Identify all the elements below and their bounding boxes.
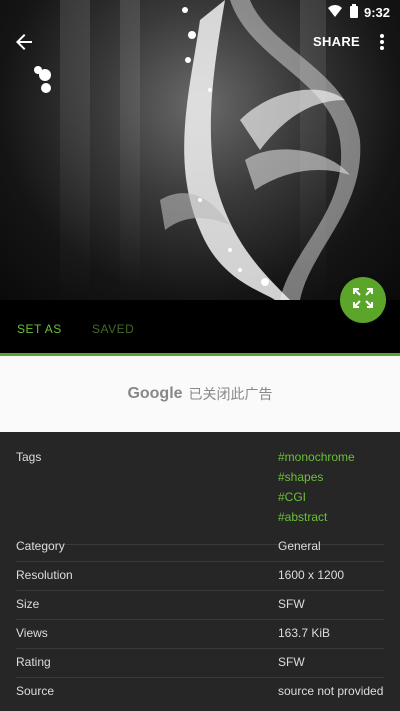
tag-link[interactable]: #CGI [278,490,306,504]
detail-row-resolution: Resolution 1600 x 1200 [16,568,384,591]
fullscreen-icon [352,287,374,314]
action-bar: SET AS SAVED [0,300,400,356]
app-bar: SHARE [0,28,400,56]
detail-row-size: Size SFW [16,597,384,620]
detail-value: 163.7 KiB [278,626,331,640]
ad-banner[interactable]: Google 已关闭此广告 [0,356,400,432]
wallpaper-preview[interactable]: 9:32 SHARE [0,0,400,300]
detail-row-views: Views 163.7 KiB [16,626,384,649]
battery-icon [349,3,358,21]
set-as-button[interactable]: SET AS [17,322,62,336]
wifi-icon [327,4,342,20]
detail-row-rating: Rating SFW [16,655,384,678]
status-time: 9:32 [363,4,390,20]
detail-label: Source [16,684,55,698]
detail-row-category: Category General [16,539,384,562]
tag-link[interactable]: #monochrome [278,450,355,464]
detail-row-source: Source source not provided [16,684,384,706]
detail-label: Views [16,626,48,640]
fullscreen-button[interactable] [340,277,386,323]
status-bar: 9:32 [0,0,400,24]
detail-value: General [278,539,321,553]
detail-value: SFW [278,655,305,669]
detail-value: source not provided [278,684,384,698]
detail-label: Category [16,539,65,553]
ad-brand: Google [127,385,183,402]
detail-label: Size [16,597,40,611]
detail-value: SFW [278,597,305,611]
detail-label: Resolution [16,568,73,582]
detail-label: Rating [16,655,51,669]
detail-value: 1600 x 1200 [278,568,345,582]
more-options-icon[interactable] [378,32,386,52]
tag-link[interactable]: #abstract [278,510,327,524]
tags-row: Tags #monochrome #shapes #CGI #abstract [16,450,384,545]
tag-link[interactable]: #shapes [278,470,323,484]
tags-label: Tags [16,450,42,464]
back-arrow-icon[interactable] [12,30,36,54]
ad-closed-text: 已关闭此广告 [188,386,273,402]
share-button[interactable]: SHARE [313,34,360,49]
saved-button[interactable]: SAVED [92,322,134,336]
details-panel: Tags #monochrome #shapes #CGI #abstract … [0,432,400,711]
